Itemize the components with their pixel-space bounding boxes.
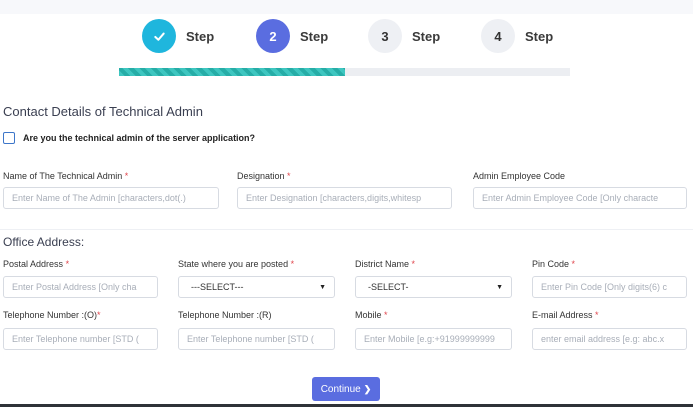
top-bar bbox=[0, 0, 693, 14]
step-3[interactable]: 3 Step bbox=[368, 19, 440, 53]
state-label: State where you are posted * bbox=[178, 259, 295, 269]
step-1[interactable]: Step bbox=[142, 19, 214, 53]
stepper: Step 2 Step 3 Step 4 Step bbox=[0, 19, 693, 53]
technical-admin-checkbox[interactable] bbox=[3, 132, 15, 144]
step-2[interactable]: 2 Step bbox=[256, 19, 328, 53]
step-4[interactable]: 4 Step bbox=[481, 19, 553, 53]
required-marker: * bbox=[571, 259, 576, 269]
mobile-input[interactable] bbox=[355, 328, 512, 350]
progress-bar bbox=[119, 68, 570, 76]
technical-admin-checkbox-row[interactable]: Are you the technical admin of the serve… bbox=[3, 132, 255, 144]
district-select-value: -SELECT- bbox=[368, 282, 409, 292]
check-icon bbox=[153, 32, 165, 41]
pin-code-label: Pin Code * bbox=[532, 259, 576, 269]
chevron-right-icon: ❯ bbox=[363, 383, 372, 394]
district-label: District Name * bbox=[355, 259, 416, 269]
required-marker: * bbox=[411, 259, 416, 269]
progress-bar-fill bbox=[119, 68, 345, 76]
state-select-value: ---SELECT--- bbox=[191, 282, 244, 292]
admin-name-label: Name of The Technical Admin * bbox=[3, 171, 129, 181]
telephone-r-input[interactable] bbox=[178, 328, 335, 350]
step-1-label: Step bbox=[186, 28, 215, 44]
admin-name-input[interactable] bbox=[3, 187, 219, 209]
telephone-o-label: Telephone Number :(O)* bbox=[3, 310, 101, 320]
telephone-r-label: Telephone Number :(R) bbox=[178, 310, 272, 320]
required-marker: * bbox=[384, 310, 388, 320]
continue-button-label: Continue bbox=[320, 383, 361, 395]
admin-code-input[interactable] bbox=[473, 187, 687, 209]
step-2-label: Step bbox=[300, 28, 329, 44]
continue-button[interactable]: Continue ❯ bbox=[312, 377, 380, 401]
divider bbox=[0, 229, 693, 230]
email-label: E-mail Address * bbox=[532, 310, 599, 320]
technical-admin-checkbox-label[interactable]: Are you the technical admin of the serve… bbox=[23, 133, 255, 143]
step-2-circle: 2 bbox=[256, 19, 290, 53]
section-title: Contact Details of Technical Admin bbox=[3, 104, 203, 119]
state-select[interactable]: ---SELECT--- ▼ bbox=[178, 276, 335, 298]
step-1-circle bbox=[142, 19, 176, 53]
required-marker: * bbox=[290, 259, 295, 269]
required-marker: * bbox=[124, 171, 129, 181]
caret-down-icon: ▼ bbox=[496, 283, 503, 291]
pin-code-input[interactable] bbox=[532, 276, 687, 298]
telephone-o-input[interactable] bbox=[3, 328, 158, 350]
required-marker: * bbox=[287, 171, 291, 181]
mobile-label: Mobile * bbox=[355, 310, 388, 320]
district-select[interactable]: -SELECT- ▼ bbox=[355, 276, 512, 298]
required-marker: * bbox=[595, 310, 599, 320]
required-marker: * bbox=[65, 259, 70, 269]
step-3-circle: 3 bbox=[368, 19, 402, 53]
office-address-title: Office Address: bbox=[3, 235, 85, 249]
postal-address-label: Postal Address * bbox=[3, 259, 70, 269]
designation-label: Designation * bbox=[237, 171, 291, 181]
required-marker: * bbox=[97, 310, 101, 320]
step-3-label: Step bbox=[412, 28, 441, 44]
step-4-circle: 4 bbox=[481, 19, 515, 53]
postal-address-input[interactable] bbox=[3, 276, 158, 298]
step-4-label: Step bbox=[525, 28, 554, 44]
email-input[interactable] bbox=[532, 328, 687, 350]
caret-down-icon: ▼ bbox=[319, 283, 326, 291]
admin-code-label: Admin Employee Code bbox=[473, 171, 566, 181]
designation-input[interactable] bbox=[237, 187, 452, 209]
